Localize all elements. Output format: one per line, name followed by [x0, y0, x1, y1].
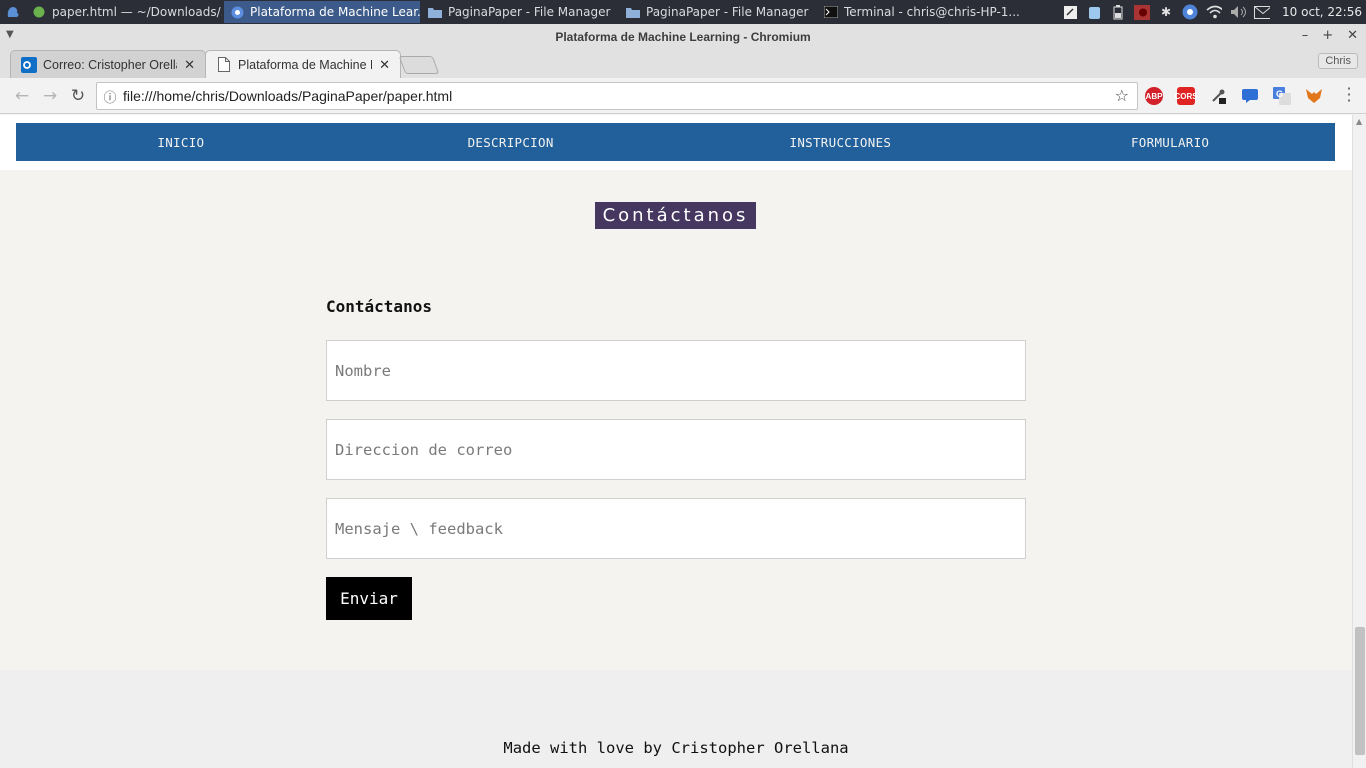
- url-text[interactable]: file:///home/chris/Downloads/PaginaPaper…: [123, 88, 452, 104]
- scroll-up-icon[interactable]: ▲: [1356, 117, 1362, 126]
- os-taskbar: paper.html — ~/Downloads/... Plataforma …: [0, 0, 1366, 24]
- mail-icon[interactable]: [1254, 4, 1271, 20]
- name-field[interactable]: [326, 340, 1026, 401]
- taskbar-task-terminal[interactable]: Terminal - chris@chris-HP-1...: [818, 1, 1024, 23]
- back-arrow-icon[interactable]: ←: [12, 86, 32, 106]
- profile-button[interactable]: Chris: [1318, 53, 1358, 69]
- submit-button[interactable]: Enviar: [326, 577, 412, 620]
- section-title: Contáctanos: [595, 202, 756, 229]
- wifi-icon[interactable]: [1206, 4, 1223, 20]
- app-menu-icon[interactable]: [0, 0, 26, 24]
- reload-icon[interactable]: ↻: [68, 86, 88, 106]
- new-tab-button[interactable]: [398, 56, 440, 74]
- bookmark-star-icon[interactable]: ☆: [1115, 86, 1129, 105]
- circle-green-icon: [32, 5, 46, 19]
- window-title: Plataforma de Machine Learning - Chromiu…: [555, 30, 811, 44]
- form-heading: Contáctanos: [326, 297, 432, 316]
- taskbar-task-label: Plataforma de Machine Lear...: [250, 5, 420, 19]
- menu-kebab-icon[interactable]: · · ·: [1344, 81, 1354, 109]
- tab-label: Correo: Cristopher Orellana: [43, 57, 177, 72]
- window-titlebar: ▼ Plataforma de Machine Learning - Chrom…: [0, 24, 1366, 50]
- translate-icon[interactable]: G: [1273, 87, 1291, 105]
- taskbar-task-editor[interactable]: paper.html — ~/Downloads/...: [26, 1, 222, 23]
- tab-correo[interactable]: Correo: Cristopher Orellana ✕: [10, 50, 206, 78]
- chromium-tray-icon[interactable]: [1182, 4, 1198, 20]
- notes-icon[interactable]: [1062, 4, 1078, 20]
- tab-strip: Correo: Cristopher Orellana ✕ Plataforma…: [0, 50, 1366, 78]
- adblock-plus-icon[interactable]: ABP: [1145, 87, 1163, 105]
- svg-text:G: G: [1276, 89, 1283, 99]
- footer-text: Made with love by Cristopher Orellana: [503, 739, 849, 757]
- window-controls: – + ✕: [1302, 28, 1358, 43]
- page-viewport: INICIO DESCRIPCION INSTRUCCIONES FORMULA…: [0, 115, 1352, 768]
- cors-icon[interactable]: CORS: [1174, 87, 1198, 105]
- nav-link-instrucciones[interactable]: INSTRUCCIONES: [676, 123, 1006, 161]
- nav-link-formulario[interactable]: FORMULARIO: [1005, 123, 1335, 161]
- address-bar[interactable]: ⓘ file:///home/chris/Downloads/PaginaPap…: [96, 82, 1138, 110]
- taskbar-task-filemanager-1[interactable]: PaginaPaper - File Manager: [422, 1, 618, 23]
- page-footer: Made with love by Cristopher Orellana: [0, 670, 1352, 768]
- nav-link-inicio[interactable]: INICIO: [16, 123, 346, 161]
- recorder-icon[interactable]: [1134, 4, 1151, 20]
- taskbar-task-chromium[interactable]: Plataforma de Machine Lear...: [224, 1, 420, 23]
- clock[interactable]: 10 oct, 22:56: [1282, 5, 1362, 19]
- page-scrollbar[interactable]: ▲: [1352, 115, 1366, 768]
- chromium-icon: [230, 5, 244, 19]
- close-icon[interactable]: ✕: [1347, 28, 1358, 43]
- volume-icon[interactable]: [1230, 4, 1247, 20]
- taskbar-task-label: PaginaPaper - File Manager: [646, 5, 809, 19]
- forward-arrow-icon[interactable]: →: [40, 86, 60, 106]
- folder-icon: [428, 5, 442, 19]
- info-icon[interactable]: ⓘ: [97, 87, 123, 106]
- close-tab-icon[interactable]: ✕: [184, 57, 195, 73]
- nav-container: INICIO DESCRIPCION INSTRUCCIONES FORMULA…: [0, 115, 1352, 170]
- terminal-icon: [824, 5, 838, 19]
- close-tab-icon[interactable]: ✕: [379, 57, 390, 73]
- outlook-icon: [21, 56, 37, 73]
- clipboard-icon[interactable]: [1086, 4, 1102, 20]
- folder-icon: [626, 5, 640, 19]
- eyedropper-icon[interactable]: [1209, 87, 1227, 105]
- email-field[interactable]: [326, 419, 1026, 480]
- system-tray: ✱ 10 oct, 22:56: [1062, 0, 1366, 24]
- tab-plataforma[interactable]: Plataforma de Machine Learning ✕: [205, 50, 401, 78]
- main-nav: INICIO DESCRIPCION INSTRUCCIONES FORMULA…: [16, 123, 1335, 161]
- maximize-icon[interactable]: +: [1322, 28, 1333, 43]
- battery-icon[interactable]: [1110, 4, 1126, 20]
- minimize-icon[interactable]: –: [1302, 28, 1309, 43]
- metamask-icon[interactable]: [1305, 87, 1323, 105]
- scrollbar-thumb[interactable]: [1355, 627, 1365, 755]
- nav-link-descripcion[interactable]: DESCRIPCION: [346, 123, 676, 161]
- taskbar-task-filemanager-2[interactable]: PaginaPaper - File Manager: [620, 1, 816, 23]
- browser-toolbar: ← → ↻ ⓘ file:///home/chris/Downloads/Pag…: [0, 78, 1366, 114]
- taskbar-task-label: Terminal - chris@chris-HP-1...: [844, 5, 1020, 19]
- tab-label: Plataforma de Machine Learning: [238, 57, 372, 72]
- bluetooth-icon[interactable]: ✱: [1158, 4, 1174, 20]
- document-icon: [216, 57, 232, 73]
- taskbar-task-label: paper.html — ~/Downloads/...: [52, 5, 222, 19]
- chat-icon[interactable]: [1241, 87, 1259, 105]
- message-field[interactable]: [326, 498, 1026, 559]
- taskbar-task-label: PaginaPaper - File Manager: [448, 5, 611, 19]
